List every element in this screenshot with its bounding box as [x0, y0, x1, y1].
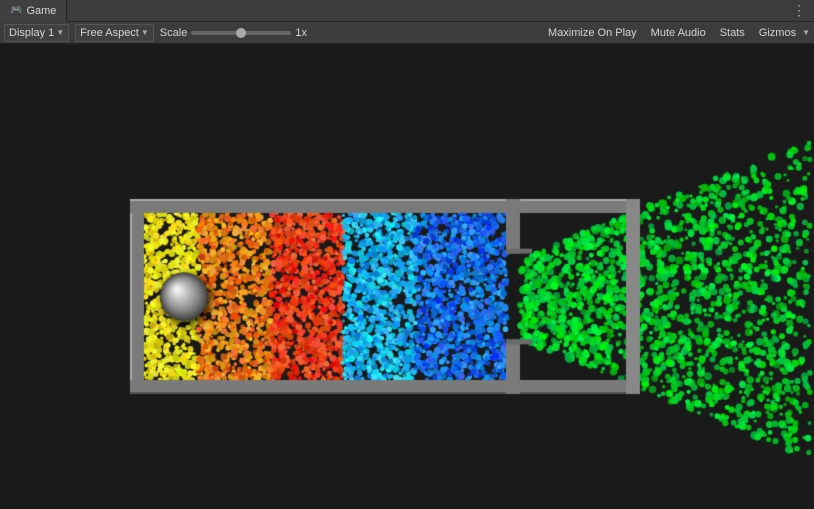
stats-button[interactable]: Stats	[716, 27, 749, 39]
maximize-on-play-button[interactable]: Maximize On Play	[544, 27, 641, 39]
aspect-select[interactable]: Free Aspect ▼	[75, 24, 154, 42]
aspect-arrow-icon: ▼	[141, 28, 149, 37]
game-icon: 🎮	[10, 5, 22, 16]
aspect-label: Free Aspect	[80, 27, 139, 39]
game-tab[interactable]: 🎮 Game	[0, 0, 67, 22]
scale-thumb	[236, 28, 246, 38]
particle-canvas	[0, 44, 814, 509]
display-select[interactable]: Display 1 ▼	[4, 24, 69, 42]
gizmos-arrow-icon: ▼	[802, 28, 810, 37]
scale-value: 1x	[295, 27, 307, 39]
scale-group: Scale 1x	[160, 27, 307, 39]
mute-audio-button[interactable]: Mute Audio	[647, 27, 710, 39]
scale-slider[interactable]	[191, 31, 291, 35]
gizmos-group[interactable]: Gizmos ▼	[755, 27, 810, 39]
game-viewport	[0, 44, 814, 509]
scale-text: Scale	[160, 27, 188, 39]
more-options-button[interactable]: ⋮	[784, 2, 814, 19]
gizmos-button[interactable]: Gizmos	[755, 27, 800, 39]
tab-bar: 🎮 Game ⋮	[0, 0, 814, 22]
toolbar: Display 1 ▼ Free Aspect ▼ Scale 1x Maxim…	[0, 22, 814, 44]
display-label: Display 1	[9, 27, 54, 39]
tab-label: Game	[26, 5, 56, 17]
display-arrow-icon: ▼	[56, 28, 64, 37]
